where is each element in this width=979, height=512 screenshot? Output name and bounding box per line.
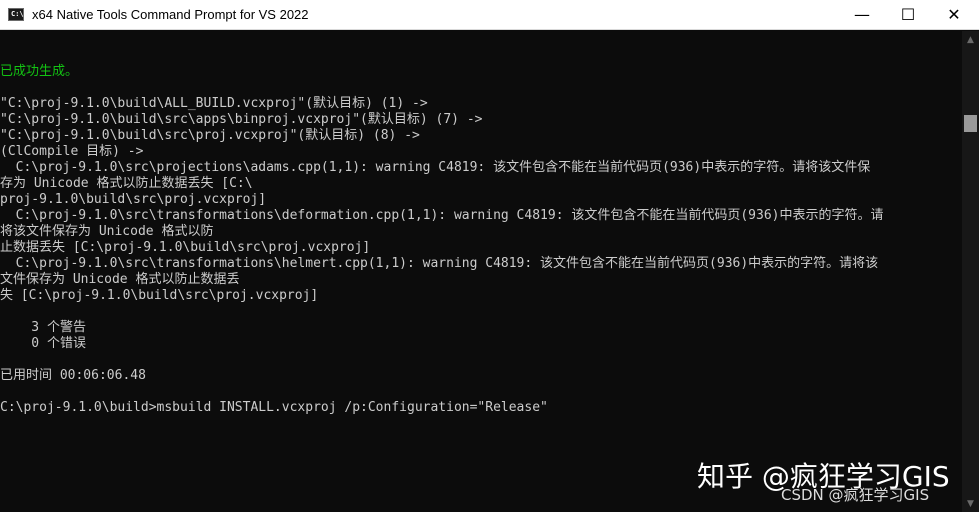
output-line: proj-9.1.0\build\src\proj.vcxproj]	[0, 192, 267, 207]
output-line: (ClCompile 目标) ->	[0, 144, 144, 159]
scrollbar-thumb[interactable]	[964, 115, 977, 132]
output-line: 文件保存为 Unicode 格式以防止数据丢	[0, 272, 240, 287]
title-bar[interactable]: C:\ x64 Native Tools Command Prompt for …	[0, 0, 979, 30]
output-line: "C:\proj-9.1.0\build\src\proj.vcxproj"(默…	[0, 128, 420, 143]
output-line: "C:\proj-9.1.0\build\ALL_BUILD.vcxproj"(…	[0, 96, 428, 111]
output-line: "C:\proj-9.1.0\build\src\apps\binproj.vc…	[0, 112, 483, 127]
output-line: C:\proj-9.1.0\src\transformations\deform…	[0, 208, 884, 223]
output-line: 将该文件保存为 Unicode 格式以防	[0, 224, 214, 239]
error-count: 0 个错误	[0, 336, 86, 351]
build-success-line: 已成功生成。	[0, 64, 79, 79]
scroll-up-arrow-icon[interactable]: ▲	[962, 31, 979, 48]
warning-count: 3 个警告	[0, 320, 86, 335]
window-title: x64 Native Tools Command Prompt for VS 2…	[32, 7, 309, 22]
elapsed-time: 已用时间 00:06:06.48	[0, 368, 146, 383]
output-line: 止数据丢失 [C:\proj-9.1.0\build\src\proj.vcxp…	[0, 240, 371, 255]
command-prompt-line[interactable]: C:\proj-9.1.0\build>msbuild INSTALL.vcxp…	[0, 400, 548, 416]
output-line: C:\proj-9.1.0\src\projections\adams.cpp(…	[0, 160, 871, 175]
vertical-scrollbar[interactable]: ▲ ▼	[962, 31, 979, 512]
console-window: C:\ x64 Native Tools Command Prompt for …	[0, 0, 979, 512]
console-output[interactable]: 已成功生成。 "C:\proj-9.1.0\build\ALL_BUILD.vc…	[0, 31, 962, 512]
command-prompt-icon[interactable]: C:\	[8, 8, 24, 21]
output-line: 存为 Unicode 格式以防止数据丢失 [C:\	[0, 176, 253, 191]
scroll-down-arrow-icon[interactable]: ▼	[962, 495, 979, 512]
close-button[interactable]: ✕	[931, 0, 977, 29]
output-line: 失 [C:\proj-9.1.0\build\src\proj.vcxproj]	[0, 288, 319, 303]
csdn-watermark: CSDN @疯狂学习GIS	[781, 486, 930, 504]
minimize-button[interactable]: —	[839, 0, 885, 29]
maximize-button[interactable]: ☐	[885, 0, 931, 29]
output-line: C:\proj-9.1.0\src\transformations\helmer…	[0, 256, 879, 271]
